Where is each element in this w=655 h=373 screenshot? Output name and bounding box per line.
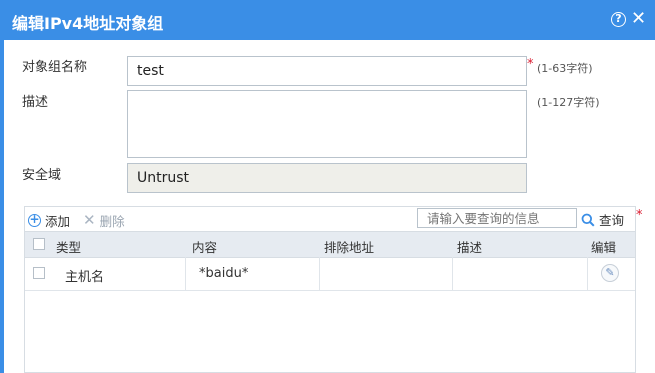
name-hint: (1-63字符) (537, 62, 593, 75)
select-all-checkbox[interactable] (33, 238, 45, 250)
row-content: *baidu* (199, 266, 249, 281)
delete-icon: ✕ (83, 211, 96, 229)
column-header-content: 内容 (192, 240, 218, 255)
name-required-mark: * (527, 57, 534, 72)
search-icon (581, 213, 595, 227)
add-button-label: 添加 (45, 214, 71, 229)
dialog-titlebar: 编辑IPv4地址对象组 ? ✕ (4, 0, 655, 40)
column-divider (319, 257, 320, 290)
address-table-panel: + 添加 ✕ 删除 查询 * 类型 内容 排除地址 描述 编辑 主机名 (24, 206, 643, 373)
delete-button[interactable]: ✕ 删除 (83, 211, 125, 230)
table-row[interactable]: 主机名 *baidu* ✎ (25, 257, 635, 291)
column-divider (185, 257, 186, 290)
table-header: 类型 内容 排除地址 描述 编辑 (25, 231, 635, 258)
name-label: 对象组名称 (22, 60, 88, 75)
dialog-title: 编辑IPv4地址对象组 (12, 14, 164, 33)
add-button[interactable]: + 添加 (28, 211, 70, 230)
security-zone-label: 安全域 (22, 168, 62, 183)
column-header-type: 类型 (56, 240, 82, 255)
row-checkbox[interactable] (33, 267, 45, 279)
name-input[interactable]: test (127, 56, 527, 86)
query-button[interactable]: 查询 (581, 210, 624, 229)
column-divider (452, 257, 453, 290)
description-hint: (1-127字符) (537, 96, 600, 109)
edit-icon[interactable]: ✎ (601, 264, 619, 282)
query-button-label: 查询 (599, 213, 625, 228)
description-label: 描述 (22, 95, 49, 110)
close-icon[interactable]: ✕ (631, 9, 646, 29)
security-zone-field: Untrust (127, 163, 527, 193)
column-header-description: 描述 (457, 240, 483, 255)
add-icon: + (28, 212, 41, 227)
column-header-exclude: 排除地址 (324, 240, 375, 255)
search-input[interactable] (417, 208, 577, 228)
table-required-mark: * (636, 208, 643, 223)
help-icon[interactable]: ? (611, 12, 626, 27)
description-textarea[interactable] (127, 90, 527, 158)
column-divider (587, 257, 588, 290)
delete-button-label: 删除 (99, 214, 125, 229)
security-zone-value: Untrust (137, 170, 190, 186)
name-input-value: test (137, 63, 164, 79)
row-type: 主机名 (65, 270, 105, 285)
column-header-edit: 编辑 (591, 240, 617, 255)
edit-address-group-dialog: 编辑IPv4地址对象组 ? ✕ 对象组名称 test * (1-63字符) 描述… (0, 0, 655, 373)
